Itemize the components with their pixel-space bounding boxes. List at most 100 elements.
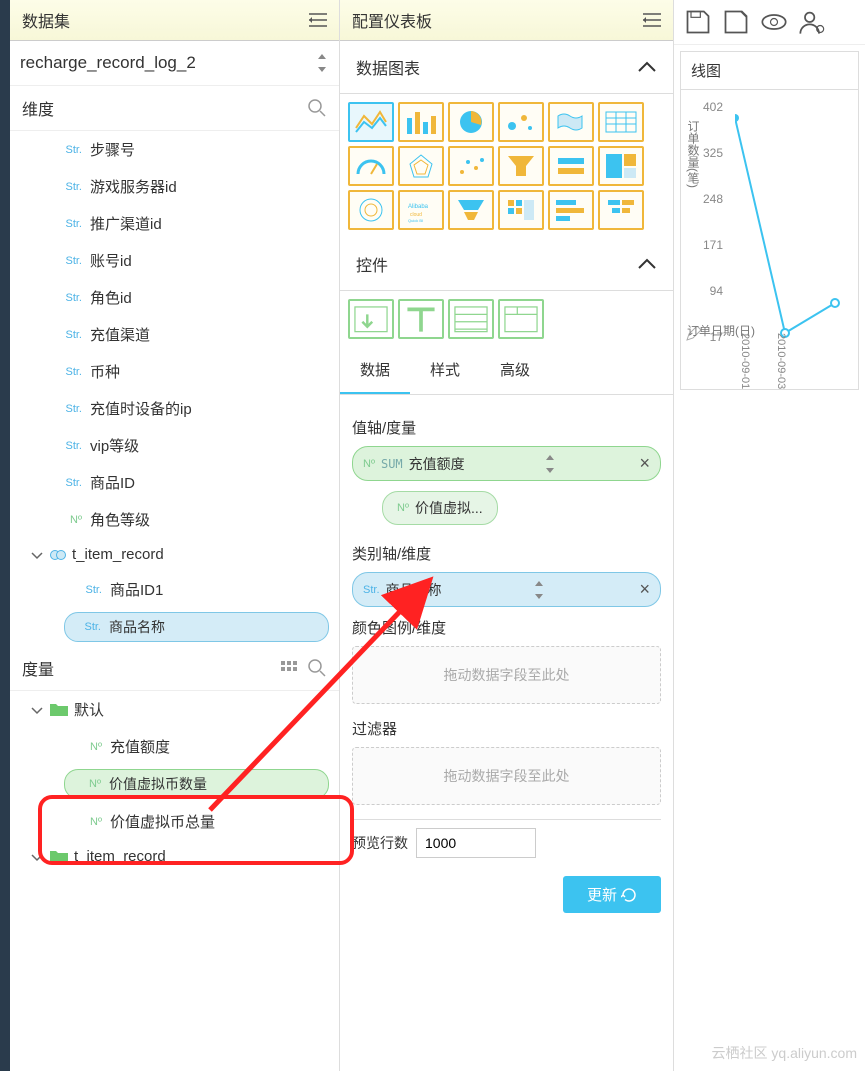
collapse-left-icon[interactable] bbox=[643, 13, 661, 27]
save-as-icon[interactable] bbox=[722, 8, 750, 36]
tab-style[interactable]: 样式 bbox=[410, 347, 480, 394]
preview-panel: 线图 订单数量(笔) 402 325 248 171 94 17 订单日期(日)… bbox=[674, 0, 865, 1071]
chart-type-geo[interactable] bbox=[548, 102, 594, 142]
chevron-down-icon bbox=[30, 703, 44, 717]
updown-icon bbox=[315, 54, 329, 72]
control-text[interactable] bbox=[398, 299, 444, 339]
measure-group[interactable]: 默认 bbox=[10, 691, 339, 728]
color-legend-dropzone[interactable]: 拖动数据字段至此处 bbox=[352, 646, 661, 704]
chart-type-kpi[interactable] bbox=[548, 146, 594, 186]
chart-type-wordcloud[interactable]: AlibabacloudQuick BI bbox=[398, 190, 444, 230]
config-panel: 配置仪表板 数据图表 AlibabacloudQuick BI bbox=[340, 0, 674, 1071]
color-legend-label: 颜色图例/维度 bbox=[352, 617, 661, 638]
dimension-field[interactable]: Str.账号id bbox=[10, 242, 339, 279]
tab-data[interactable]: 数据 bbox=[340, 347, 410, 394]
dimension-field[interactable]: Nº角色等级 bbox=[10, 501, 339, 538]
chart-type-grid: AlibabacloudQuick BI bbox=[340, 94, 673, 238]
save-icon[interactable] bbox=[684, 8, 712, 36]
chart-type-funnel2[interactable] bbox=[448, 190, 494, 230]
charts-accordion[interactable]: 数据图表 bbox=[340, 41, 673, 94]
filter-dropzone[interactable]: 拖动数据字段至此处 bbox=[352, 747, 661, 805]
dimension-field[interactable]: Str.商品ID bbox=[10, 464, 339, 501]
dimension-field[interactable]: Str.步骤号 bbox=[10, 131, 339, 168]
preview-rows-label: 预览行数 bbox=[352, 833, 408, 853]
update-button[interactable]: 更新 bbox=[563, 876, 661, 913]
dimension-field[interactable]: Str.充值渠道 bbox=[10, 316, 339, 353]
dimension-field[interactable]: Str.充值时设备的ip bbox=[10, 390, 339, 427]
dataset-selector[interactable]: recharge_record_log_2 bbox=[10, 41, 339, 86]
dimension-field[interactable]: Str.商品ID1 bbox=[10, 571, 339, 608]
preview-rows-input[interactable] bbox=[416, 828, 536, 858]
measures-label: 度量 bbox=[22, 656, 54, 680]
chart-type-bubble-map[interactable] bbox=[498, 102, 544, 142]
user-settings-icon[interactable] bbox=[798, 8, 826, 36]
dimension-group[interactable]: t_item_record bbox=[10, 538, 339, 571]
app-left-rail bbox=[0, 0, 10, 1071]
dimension-field-selected[interactable]: Str.商品名称 bbox=[64, 612, 329, 642]
chart-type-table[interactable] bbox=[598, 102, 644, 142]
category-axis-pill[interactable]: Str. 商品名称 × bbox=[352, 572, 661, 607]
dimensions-list: Str.步骤号 Str.游戏服务器id Str.推广渠道id Str.账号id … bbox=[10, 131, 339, 646]
chevron-up-icon bbox=[637, 258, 657, 270]
chart-type-line[interactable] bbox=[348, 102, 394, 142]
measure-group[interactable]: t_item_record bbox=[10, 840, 339, 873]
chart-type-radar[interactable] bbox=[398, 146, 444, 186]
chart-type-hbar[interactable] bbox=[548, 190, 594, 230]
remove-icon[interactable]: × bbox=[639, 579, 650, 600]
measures-list: 默认 Nº充值额度 Nº价值虚拟币数量 Nº价值虚拟币总量 t_item_rec… bbox=[10, 691, 339, 873]
dimensions-label: 维度 bbox=[22, 96, 54, 120]
chart-preview: 订单数量(笔) 402 325 248 171 94 17 订单日期(日) 20… bbox=[680, 90, 859, 390]
tab-advanced[interactable]: 高级 bbox=[480, 347, 550, 394]
chevron-up-icon bbox=[637, 61, 657, 73]
dimension-field[interactable]: Str.游戏服务器id bbox=[10, 168, 339, 205]
control-tab[interactable] bbox=[498, 299, 544, 339]
chart-type-polar[interactable] bbox=[348, 190, 394, 230]
chart-type-tornado[interactable] bbox=[598, 190, 644, 230]
measure-field-highlighted[interactable]: Nº价值虚拟币数量 bbox=[64, 769, 329, 799]
value-axis-pill[interactable]: Nº SUM 充值额度 × bbox=[352, 446, 661, 481]
sort-icon[interactable] bbox=[532, 581, 546, 599]
line-chart-svg bbox=[735, 108, 865, 348]
measure-field[interactable]: Nº充值额度 bbox=[10, 728, 339, 765]
chart-type-gauge[interactable] bbox=[348, 146, 394, 186]
preview-toolbar bbox=[674, 0, 865, 45]
chart-type-treemap[interactable] bbox=[598, 146, 644, 186]
value-axis-label: 值轴/度量 bbox=[352, 417, 661, 438]
search-icon[interactable] bbox=[307, 658, 327, 678]
preview-rows-row: 预览行数 bbox=[352, 828, 661, 858]
dimension-field[interactable]: Str.币种 bbox=[10, 353, 339, 390]
chevron-down-icon bbox=[30, 548, 44, 562]
chart-type-scatter[interactable] bbox=[448, 146, 494, 186]
dimension-field[interactable]: Str.推广渠道id bbox=[10, 205, 339, 242]
dataset-panel: 数据集 recharge_record_log_2 维度 Str.步骤号 Str… bbox=[10, 0, 340, 1071]
chevron-down-icon bbox=[30, 850, 44, 864]
controls-accordion[interactable]: 控件 bbox=[340, 238, 673, 291]
config-body: 值轴/度量 Nº SUM 充值额度 × Nº 价值虚拟... 类别轴/维度 St… bbox=[340, 395, 673, 1071]
chart-type-bar[interactable] bbox=[398, 102, 444, 142]
x-axis-ticks: 2010-09-01 2010-09-03 bbox=[739, 333, 787, 389]
dimension-field[interactable]: Str.vip等级 bbox=[10, 427, 339, 464]
svg-text:Quick BI: Quick BI bbox=[408, 218, 423, 223]
grid-view-icon[interactable] bbox=[281, 661, 299, 675]
dragging-pill[interactable]: Nº 价值虚拟... bbox=[382, 491, 498, 525]
collapse-left-icon[interactable] bbox=[309, 13, 327, 27]
dimension-field[interactable]: Str.角色id bbox=[10, 279, 339, 316]
config-panel-header: 配置仪表板 bbox=[340, 0, 673, 41]
watermark: 云栖社区 yq.aliyun.com bbox=[712, 1043, 857, 1063]
control-iframe[interactable] bbox=[448, 299, 494, 339]
remove-icon[interactable]: × bbox=[639, 453, 650, 474]
control-query[interactable] bbox=[348, 299, 394, 339]
search-icon[interactable] bbox=[307, 98, 327, 118]
dimensions-header: 维度 bbox=[10, 86, 339, 131]
chart-title[interactable]: 线图 bbox=[680, 51, 859, 90]
refresh-icon bbox=[621, 887, 637, 903]
config-tabs: 数据 样式 高级 bbox=[340, 347, 673, 395]
config-panel-title: 配置仪表板 bbox=[352, 8, 432, 32]
chart-type-pie[interactable] bbox=[448, 102, 494, 142]
preview-icon[interactable] bbox=[760, 8, 788, 36]
sort-icon[interactable] bbox=[543, 455, 557, 473]
chart-type-matrix[interactable] bbox=[498, 190, 544, 230]
measure-field[interactable]: Nº价值虚拟币总量 bbox=[10, 803, 339, 840]
chart-type-funnel[interactable] bbox=[498, 146, 544, 186]
filter-label: 过滤器 bbox=[352, 718, 661, 739]
